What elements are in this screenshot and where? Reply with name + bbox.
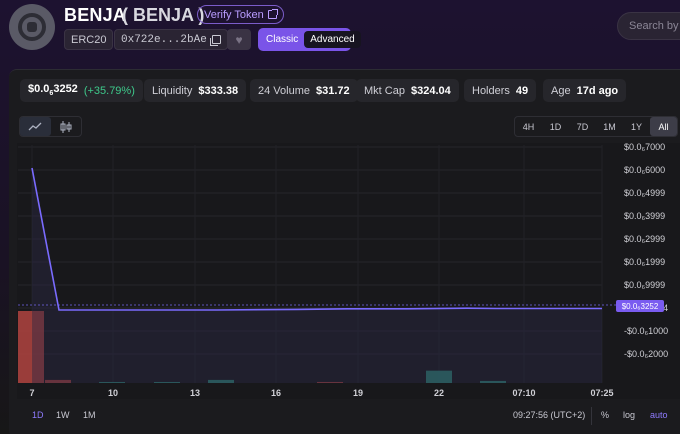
price-change: (+35.79%) <box>83 84 135 97</box>
timezone-clock[interactable]: 09:27:56 (UTC+2) <box>513 410 585 420</box>
volume-value: $31.72 <box>315 84 350 97</box>
stat-price: $0.063252 (+35.79%) <box>20 79 143 102</box>
price-chart-svg: $0.0₆7000 $0.0₆6000 $0.0₆4999 $0.0₆3999 $0.0… <box>17 143 680 399</box>
range-1w[interactable]: 1W <box>56 410 70 420</box>
y-tick-label: $0.0₆2999 <box>624 234 665 244</box>
mode-classic[interactable]: Classic <box>260 31 304 48</box>
x-tick-label: 19 <box>353 388 363 398</box>
token-standard-badge: ERC20 <box>64 29 114 50</box>
divider <box>591 407 592 425</box>
interval-4h[interactable]: 4H <box>515 117 542 136</box>
stat-market-cap: Mkt Cap $324.04 <box>356 79 459 102</box>
copy-icon[interactable] <box>209 35 221 46</box>
token-logo-icon <box>9 4 55 50</box>
y-tick-label: $0.0₆9999 <box>624 280 665 290</box>
y-tick-label: $0.0₆3999 <box>624 211 665 221</box>
current-price: $0.063252 <box>28 83 78 98</box>
x-tick-label: 16 <box>271 388 281 398</box>
volume-label: 24 Volume <box>258 84 310 97</box>
range-1d[interactable]: 1D <box>32 410 44 420</box>
chart-type-switch <box>19 116 82 137</box>
x-tick-label: 10 <box>108 388 118 398</box>
x-tick-label: 13 <box>190 388 200 398</box>
verify-token-label: Verify Token <box>204 8 264 21</box>
x-tick-label: 22 <box>434 388 444 398</box>
age-value: 17d ago <box>576 84 619 97</box>
y-tick-label: $0.0₆1999 <box>624 257 665 267</box>
holders-value: 49 <box>515 84 529 97</box>
price-chart[interactable]: $0.0₆7000 $0.0₆6000 $0.0₆4999 $0.0₆3999 $0.0… <box>17 143 680 399</box>
stat-liquidity: Liquidity $333.38 <box>144 79 247 102</box>
stat-age: Age 17d ago <box>543 79 627 102</box>
contract-address: 0x722e...2bAe <box>121 33 207 46</box>
interval-1d[interactable]: 1D <box>542 117 569 136</box>
x-tick-label: 7 <box>29 388 34 398</box>
y-tick-label: $0.0₆6000 <box>624 165 665 175</box>
search-input[interactable]: Search by A <box>617 12 680 40</box>
last-price-tag: $0.0₆3252 <box>616 300 664 312</box>
interval-1y[interactable]: 1Y <box>623 117 650 136</box>
favorite-button[interactable]: ♥ <box>227 29 251 50</box>
x-tick-label: 07:25 <box>590 388 613 398</box>
interval-all[interactable]: All <box>650 117 677 136</box>
interval-1m[interactable]: 1M <box>596 117 623 136</box>
holders-label: Holders <box>472 84 510 97</box>
x-tick-label: 07:10 <box>512 388 535 398</box>
external-link-icon <box>267 9 278 19</box>
range-1m[interactable]: 1M <box>83 410 96 420</box>
candlestick-icon[interactable] <box>51 117 82 136</box>
interval-selector: 4H 1D 7D 1M 1Y All <box>514 116 678 137</box>
y-tick-label: $0.0₆7000 <box>624 143 665 152</box>
token-standard-label: ERC20 <box>71 33 107 46</box>
search-placeholder: Search by A <box>629 20 680 32</box>
view-mode-toggle[interactable]: Classic Advanced <box>258 28 361 51</box>
verify-token-button[interactable]: Verify Token <box>197 5 284 24</box>
age-label: Age <box>551 84 571 97</box>
percent-toggle[interactable]: % <box>601 410 609 420</box>
mode-advanced[interactable]: Advanced <box>304 31 361 48</box>
auto-toggle[interactable]: auto <box>650 410 668 420</box>
contract-address-chip[interactable]: 0x722e...2bAe <box>114 29 228 50</box>
heart-icon: ♥ <box>235 32 243 47</box>
interval-7d[interactable]: 7D <box>569 117 596 136</box>
log-toggle[interactable]: log <box>623 410 635 420</box>
y-tick-label: $0.0₆4999 <box>624 188 665 198</box>
token-header: BENJA ( BENJA ) Verify Token ERC20 0x722… <box>0 0 680 68</box>
line-chart-icon[interactable] <box>20 117 51 136</box>
stat-volume: 24 Volume $31.72 <box>250 79 358 102</box>
market-cap-value: $324.04 <box>410 84 451 97</box>
chart-footer: 1D 1W 1M 09:27:56 (UTC+2) % log auto <box>18 407 680 427</box>
stat-holders: Holders 49 <box>464 79 537 102</box>
liquidity-value: $333.38 <box>198 84 239 97</box>
y-tick-label: -$0.0₆2000 <box>624 349 668 359</box>
token-symbol: ( BENJA ) <box>122 5 205 25</box>
liquidity-label: Liquidity <box>152 84 193 97</box>
token-name: BENJA <box>64 5 127 25</box>
y-tick-label: -$0.0₆1000 <box>624 326 668 336</box>
market-cap-label: Mkt Cap <box>364 84 405 97</box>
